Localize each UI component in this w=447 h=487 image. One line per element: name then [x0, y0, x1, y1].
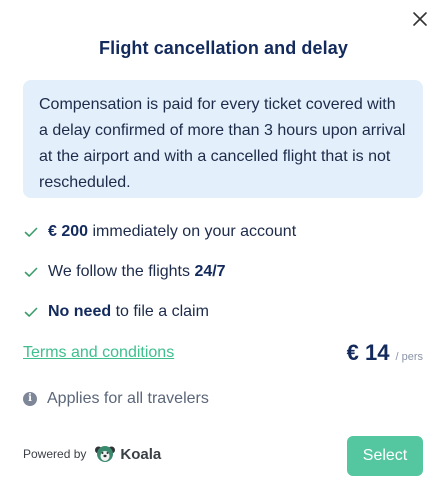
- applies-text: Applies for all travelers: [47, 390, 209, 407]
- powered-by: Powered by Koala: [23, 443, 161, 465]
- price-unit: / pers: [395, 351, 423, 363]
- feature-item: € 200 immediately on your account: [23, 212, 427, 252]
- feature-bold: € 200: [48, 223, 89, 240]
- check-icon: [24, 265, 38, 279]
- applies-note: i Applies for all travelers: [23, 390, 209, 408]
- insurance-dialog: Flight cancellation and delay Compensati…: [0, 0, 447, 487]
- koala-logo-icon: [94, 443, 116, 465]
- description-box: Compensation is paid for every ticket co…: [23, 80, 423, 198]
- price: € 14 / pers: [347, 340, 423, 366]
- dialog-title: Flight cancellation and delay: [99, 38, 348, 58]
- check-icon: [24, 225, 38, 239]
- feature-item: No need to file a claim: [23, 292, 427, 332]
- price-amount: € 14: [346, 340, 390, 365]
- feature-text: immediately on your account: [88, 223, 297, 240]
- feature-text: to file a claim: [111, 303, 209, 320]
- description-text: Compensation is paid for every ticket co…: [39, 96, 406, 191]
- brand-name: Koala: [120, 445, 162, 463]
- check-icon: [24, 305, 38, 319]
- feature-list: € 200 immediately on your account We fol…: [23, 212, 427, 332]
- terms-link[interactable]: Terms and conditions: [23, 344, 174, 362]
- feature-bold: 24/7: [194, 263, 226, 280]
- feature-text: We follow the flights: [48, 263, 195, 280]
- info-icon: i: [23, 392, 37, 406]
- powered-by-label: Powered by: [23, 447, 87, 461]
- select-button[interactable]: Select: [347, 436, 423, 476]
- feature-item: We follow the flights 24/7: [23, 252, 427, 292]
- close-icon[interactable]: [411, 10, 429, 28]
- feature-bold: No need: [48, 303, 112, 320]
